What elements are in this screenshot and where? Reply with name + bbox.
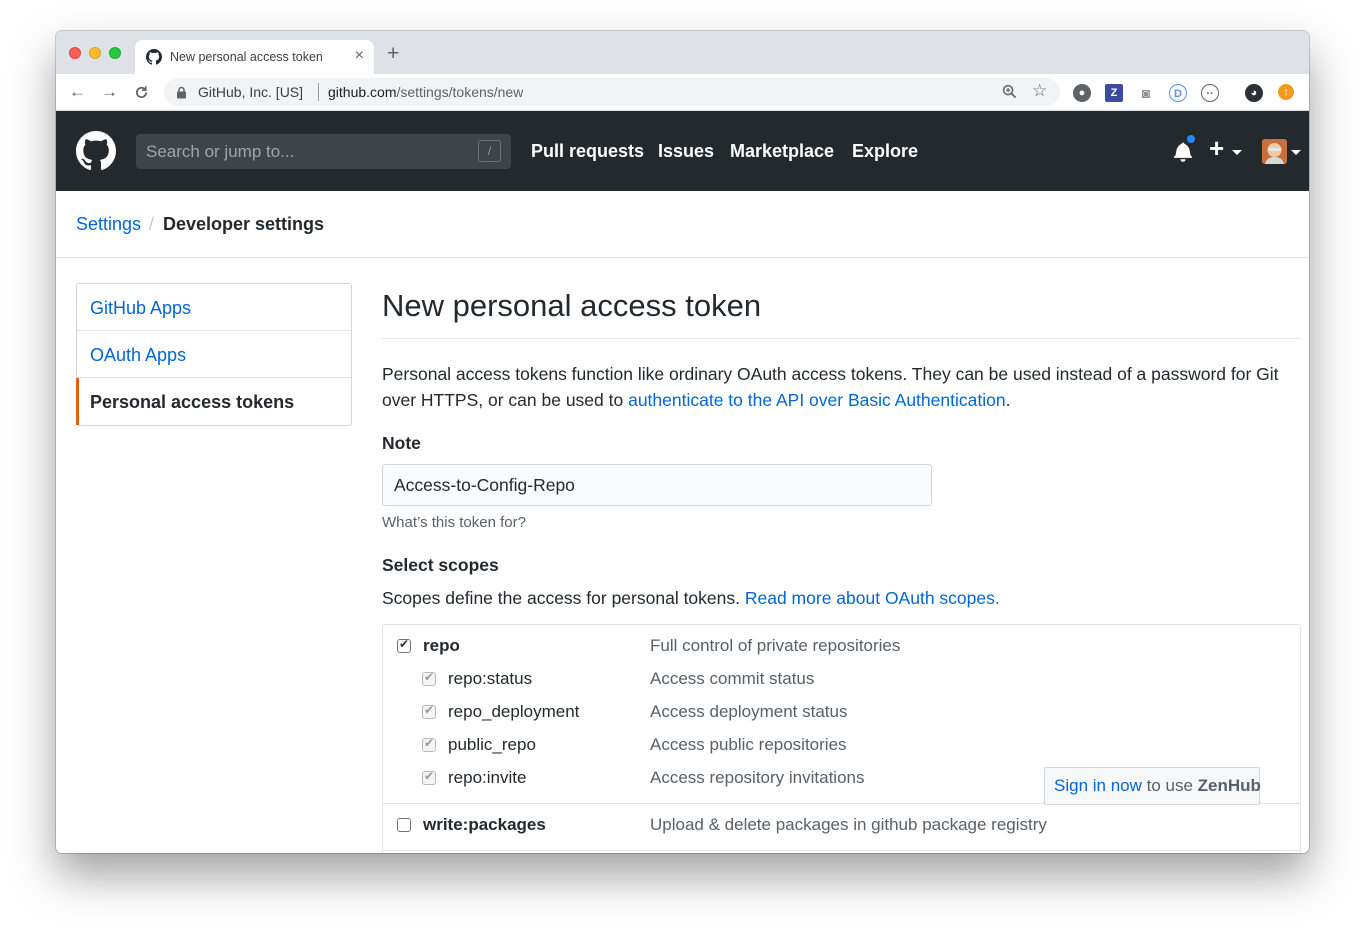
scope-row-repo: repo Full control of private repositorie… <box>383 631 1300 664</box>
upload-extension-icon[interactable]: ↑ <box>1278 84 1294 100</box>
extension-d-icon[interactable]: D <box>1169 84 1187 102</box>
site-identity: GitHub, Inc. [US] <box>198 84 304 100</box>
scope-row-write-packages: write:packages Upload & delete packages … <box>383 810 1300 843</box>
forward-arrow-icon[interactable]: → <box>101 82 118 102</box>
bookmark-star-icon[interactable]: ☆ <box>1032 81 1047 101</box>
maximize-window-button[interactable] <box>109 47 121 59</box>
extension-circle-icon[interactable]: ● <box>1073 84 1091 102</box>
nav-marketplace[interactable]: Marketplace <box>730 141 834 162</box>
basic-auth-link[interactable]: authenticate to the API over Basic Authe… <box>628 390 1005 410</box>
browser-window: New personal access token × + ← → GitHub… <box>56 31 1309 853</box>
note-hint: What’s this token for? <box>382 514 526 531</box>
scope-group-divider <box>383 850 1300 851</box>
scope-name: repo:status <box>448 669 533 688</box>
scope-description: Access deployment status <box>650 702 848 721</box>
user-menu-caret-icon[interactable] <box>1291 150 1301 155</box>
scope-name: repo:invite <box>448 768 527 787</box>
search-input[interactable]: Search or jump to... / <box>136 134 511 169</box>
address-bar[interactable]: GitHub, Inc. [US] github.com/settings/to… <box>164 78 1060 106</box>
scope-description: Upload & delete packages in github packa… <box>650 815 1047 834</box>
scope-name: public_repo <box>448 735 536 754</box>
scope-name: repo <box>423 636 460 655</box>
scope-row-repo-status: repo:status Access commit status <box>383 664 1300 697</box>
tab-strip: New personal access token × + <box>56 31 1309 74</box>
github-favicon-icon <box>146 49 162 65</box>
scope-checkbox-public-repo[interactable] <box>422 736 436 752</box>
lock-icon <box>177 86 186 99</box>
page-title: New personal access token <box>382 288 762 323</box>
sidebar-item-personal-access-tokens[interactable]: Personal access tokens <box>76 378 351 425</box>
scope-checkbox-repo-invite[interactable] <box>422 769 436 785</box>
scope-checkbox-repo-status[interactable] <box>422 670 436 686</box>
octocat-extension-icon[interactable]: ◕ <box>1245 84 1263 102</box>
scope-description: Access repository invitations <box>650 768 865 787</box>
scope-description: Access commit status <box>650 669 815 688</box>
search-shortcut-key: / <box>478 140 501 162</box>
note-label: Note <box>382 433 421 453</box>
breadcrumb-current: Developer settings <box>163 214 325 234</box>
extension-dots-icon[interactable]: ·· <box>1201 84 1219 102</box>
zenhub-signin-link[interactable]: Sign in now <box>1054 776 1142 795</box>
breadcrumb-separator: / <box>149 214 155 234</box>
select-scopes-label: Select scopes <box>382 555 499 575</box>
breadcrumb-settings-link[interactable]: Settings <box>76 214 141 235</box>
title-divider <box>382 338 1300 339</box>
back-arrow-icon[interactable]: ← <box>69 82 86 102</box>
camera-extension-icon[interactable]: ◙ <box>1137 84 1155 102</box>
minimize-window-button[interactable] <box>89 47 101 59</box>
sidebar-item-label: OAuth Apps <box>90 345 187 365</box>
user-avatar[interactable] <box>1262 139 1287 164</box>
sidebar-item-label: Personal access tokens <box>90 392 295 412</box>
unread-notification-dot <box>1185 133 1197 145</box>
note-input[interactable] <box>382 464 932 506</box>
nav-issues[interactable]: Issues <box>658 141 714 162</box>
github-header: Search or jump to... / Pull requests Iss… <box>56 111 1309 191</box>
browser-tab-active[interactable]: New personal access token × <box>135 40 374 74</box>
search-placeholder: Search or jump to... <box>146 142 295 161</box>
tab-title: New personal access token <box>170 50 323 64</box>
scope-description: Full control of private repositories <box>650 636 901 655</box>
nav-pull-requests[interactable]: Pull requests <box>531 141 644 162</box>
breadcrumb: Settings / Developer settings <box>56 191 1309 258</box>
scopes-list: repo Full control of private repositorie… <box>382 624 1301 853</box>
avatar-image <box>1262 139 1287 164</box>
scope-row-public-repo: public_repo Access public repositories <box>383 730 1300 763</box>
url-separator <box>318 83 319 101</box>
tab-close-icon[interactable]: × <box>355 47 364 65</box>
developer-settings-menu: GitHub Apps OAuth Apps Personal access t… <box>76 283 352 426</box>
zoom-icon[interactable] <box>1002 84 1017 99</box>
scope-name: repo_deployment <box>448 702 580 721</box>
nav-explore[interactable]: Explore <box>852 141 918 162</box>
sidebar-item-label: GitHub Apps <box>90 298 192 318</box>
sidebar-item-github-apps[interactable]: GitHub Apps <box>77 284 351 331</box>
zenhub-extension-icon[interactable]: Z <box>1105 84 1123 102</box>
browser-toolbar: ← → GitHub, Inc. [US] github.com/setting… <box>56 74 1309 111</box>
scope-checkbox-write-packages[interactable] <box>397 818 411 832</box>
zenhub-signin-banner: Sign in now to use ZenHub <box>1044 767 1261 805</box>
create-new-plus-icon[interactable]: + <box>1209 135 1224 161</box>
scope-checkbox-repo-deployment[interactable] <box>422 703 436 719</box>
scope-name: write:packages <box>423 815 546 834</box>
scope-description: Access public repositories <box>650 735 847 754</box>
scope-checkbox-repo[interactable] <box>397 637 411 653</box>
intro-text: Personal access tokens function like ord… <box>382 364 1279 410</box>
new-tab-button[interactable]: + <box>387 43 399 64</box>
scopes-description: Scopes define the access for personal to… <box>382 588 1000 608</box>
scope-row-repo-deployment: repo_deployment Access deployment status <box>383 697 1300 730</box>
create-new-caret-icon[interactable] <box>1232 150 1242 155</box>
reload-icon[interactable] <box>134 85 149 100</box>
sidebar-item-oauth-apps[interactable]: OAuth Apps <box>77 331 351 378</box>
oauth-scopes-link[interactable]: Read more about OAuth scopes. <box>745 588 1000 608</box>
url-text: github.com/settings/tokens/new <box>328 84 524 100</box>
close-window-button[interactable] <box>69 47 81 59</box>
github-logo-icon[interactable] <box>76 131 116 171</box>
